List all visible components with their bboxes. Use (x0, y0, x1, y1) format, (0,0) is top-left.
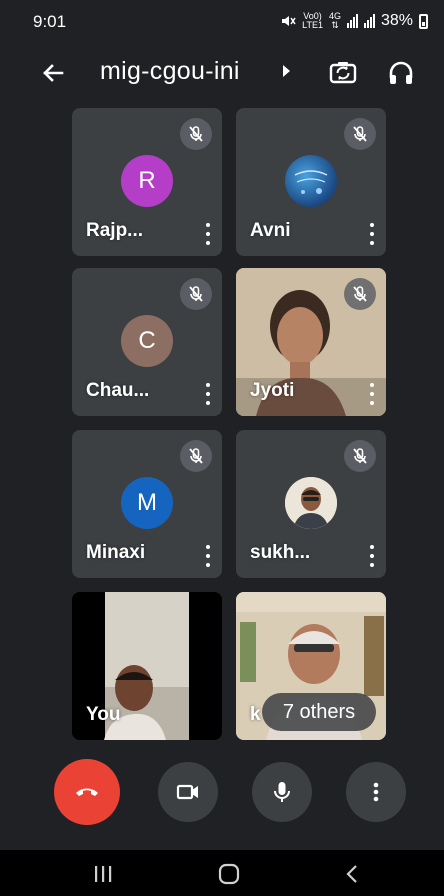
participant-tile[interactable]: M Minaxi (72, 430, 222, 578)
audio-output-button[interactable] (384, 56, 418, 90)
microphone-toggle-button[interactable] (252, 762, 312, 822)
avatar: R (121, 155, 173, 207)
participant-more-button[interactable] (204, 223, 212, 245)
participant-tile[interactable]: C Chau... (72, 268, 222, 416)
participant-more-button[interactable] (204, 545, 212, 567)
mic-off-icon (189, 126, 203, 142)
phone-hangup-icon (76, 788, 98, 796)
recent-apps-icon (95, 866, 112, 882)
avatar-image (285, 477, 337, 529)
end-call-button[interactable] (54, 759, 120, 825)
participant-tile[interactable]: Jyoti (236, 268, 386, 416)
mic-off-icon (353, 286, 367, 302)
participant-name: Chau... (86, 380, 150, 401)
muted-badge (180, 440, 212, 472)
muted-badge (344, 278, 376, 310)
muted-badge (344, 118, 376, 150)
more-options-button[interactable] (346, 762, 406, 822)
muted-badge (180, 118, 212, 150)
system-navigation-bar (0, 850, 444, 896)
others-count-pill[interactable]: 7 others (262, 693, 376, 731)
participant-tile[interactable]: Avni (236, 108, 386, 256)
home-icon (218, 863, 240, 885)
recent-apps-button[interactable] (88, 861, 118, 887)
signal-1-icon (346, 14, 358, 28)
meeting-header: mig-cgou-ini (0, 48, 444, 98)
participant-tile[interactable]: R Rajp... (72, 108, 222, 256)
participant-name: Jyoti (250, 380, 295, 401)
mic-off-icon (189, 286, 203, 302)
avatar-picture-icon (285, 477, 337, 529)
headphones-icon (389, 61, 413, 84)
participant-name: sukh... (250, 542, 311, 563)
mic-off-icon (189, 448, 203, 464)
participant-name: Rajp... (86, 220, 144, 241)
avatar-picture-icon (294, 170, 328, 194)
chevron-left-icon (346, 865, 357, 883)
participant-name: k (250, 704, 261, 725)
camera-switch-icon (329, 62, 357, 84)
mute-notification-icon (282, 16, 296, 26)
self-tile[interactable]: You (72, 592, 222, 740)
participant-name: Minaxi (86, 542, 146, 563)
switch-camera-button[interactable] (326, 56, 360, 90)
participant-more-button[interactable] (368, 383, 376, 405)
participant-more-button[interactable] (368, 545, 376, 567)
chevron-right-icon[interactable] (283, 65, 290, 77)
mic-off-icon (353, 126, 367, 142)
avatar: M (121, 477, 173, 529)
participant-more-button[interactable] (368, 223, 376, 245)
participant-name: Avni (250, 220, 291, 241)
avatar-image (285, 155, 337, 207)
battery-percent: 38% (380, 12, 413, 29)
back-button[interactable] (36, 56, 70, 90)
participant-tile[interactable]: sukh... (236, 430, 386, 578)
back-nav-button[interactable] (338, 861, 368, 887)
battery-icon (419, 13, 428, 29)
lte-label: LTE1 (302, 20, 323, 30)
camera-toggle-button[interactable] (158, 762, 218, 822)
data-arrows-icon: ⇅ (331, 20, 339, 30)
video-camera-icon (176, 784, 198, 800)
status-icons: Vo0) LTE1 4G ⇅ 38% (280, 12, 428, 30)
arrow-left-icon (43, 64, 64, 82)
muted-badge (344, 440, 376, 472)
mic-off-icon (353, 448, 367, 464)
status-time: 9:01 (33, 12, 67, 31)
more-vertical-icon (373, 782, 379, 802)
home-button[interactable] (214, 861, 244, 887)
microphone-icon (274, 782, 290, 802)
network-gen: 4G ⇅ (329, 12, 341, 30)
call-controls (0, 759, 444, 826)
participant-more-button[interactable] (204, 383, 212, 405)
signal-2-icon (363, 14, 375, 28)
status-bar: 9:01 Vo0) LTE1 4G ⇅ 38% (0, 0, 444, 42)
muted-badge (180, 278, 212, 310)
volte-indicator: Vo0) LTE1 (302, 12, 323, 30)
avatar: C (121, 315, 173, 367)
meeting-title[interactable]: mig-cgou-ini (100, 57, 240, 86)
participant-name: You (86, 704, 121, 725)
